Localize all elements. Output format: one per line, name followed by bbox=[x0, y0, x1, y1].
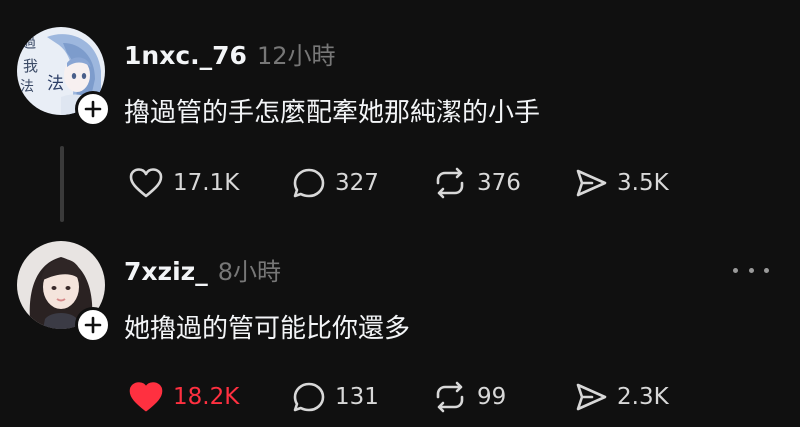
repost-button[interactable]: 376 bbox=[432, 167, 521, 199]
comment-icon bbox=[293, 168, 325, 198]
post-header: 7xziz_ 8小時 bbox=[124, 252, 281, 287]
timestamp: 12小時 bbox=[256, 42, 336, 70]
more-icon bbox=[764, 267, 769, 273]
avatar-char: 法 bbox=[20, 79, 34, 95]
follow-button[interactable] bbox=[75, 307, 111, 343]
comment-icon bbox=[293, 382, 325, 412]
like-count: 18.2K bbox=[173, 384, 240, 410]
username[interactable]: 7xziz_ bbox=[124, 257, 208, 286]
heart-icon bbox=[129, 168, 163, 198]
repost-button[interactable]: 99 bbox=[432, 381, 506, 413]
share-icon bbox=[576, 383, 607, 411]
more-icon bbox=[748, 267, 754, 273]
post-header: 1nxc._76 12小時 bbox=[124, 36, 335, 71]
timestamp: 8小時 bbox=[217, 258, 281, 286]
more-options-button[interactable] bbox=[733, 263, 769, 277]
repost-icon bbox=[436, 381, 464, 413]
reply-count: 327 bbox=[335, 170, 379, 196]
avatar-char: 過 bbox=[21, 33, 36, 51]
share-button[interactable]: 2.3K bbox=[574, 381, 669, 413]
repost-count: 376 bbox=[477, 170, 521, 196]
username[interactable]: 1nxc._76 bbox=[124, 41, 247, 70]
share-button[interactable]: 3.5K bbox=[574, 167, 669, 199]
post-text: 擼過管的手怎麼配牽她那純潔的小手 bbox=[124, 98, 541, 128]
like-count: 17.1K bbox=[173, 170, 240, 196]
like-button[interactable]: 17.1K bbox=[128, 167, 239, 199]
share-icon bbox=[576, 169, 607, 197]
reply-count: 131 bbox=[335, 384, 379, 410]
like-button[interactable]: 18.2K bbox=[128, 381, 239, 413]
repost-count: 99 bbox=[477, 384, 507, 410]
plus-icon bbox=[84, 316, 102, 334]
heart-icon bbox=[129, 382, 163, 412]
avatar-char: 我 bbox=[23, 57, 38, 75]
share-count: 3.5K bbox=[617, 170, 669, 196]
reply-button[interactable]: 131 bbox=[292, 381, 379, 413]
repost-icon bbox=[436, 167, 464, 199]
thread-post: 7xziz_ 8小時 她擼過的管可能比你還多 18.2K 131 99 2.3K bbox=[0, 222, 800, 427]
thread-post: 過 我 法 法 1nxc._76 12小時 擼過管的手怎麼配牽她那純潔的小手 1… bbox=[0, 0, 800, 222]
avatar-char: 法 bbox=[47, 74, 64, 94]
share-count: 2.3K bbox=[617, 384, 669, 410]
follow-button[interactable] bbox=[75, 91, 111, 127]
more-icon bbox=[733, 267, 738, 273]
plus-icon bbox=[84, 100, 102, 118]
reply-button[interactable]: 327 bbox=[292, 167, 379, 199]
post-text: 她擼過的管可能比你還多 bbox=[124, 314, 411, 344]
thread-line bbox=[60, 146, 64, 222]
